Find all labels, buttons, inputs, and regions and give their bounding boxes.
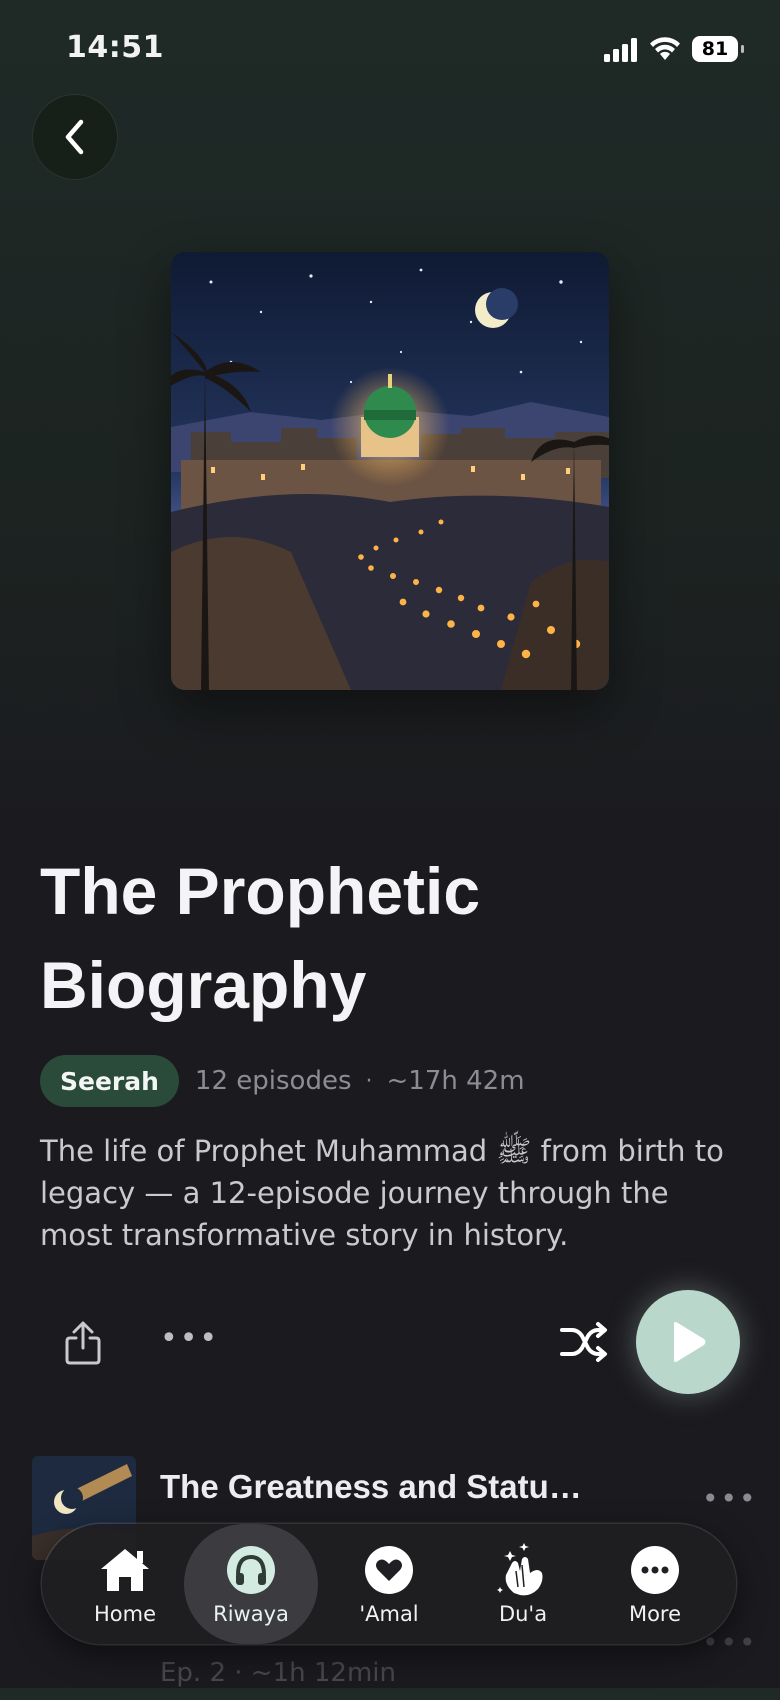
back-button[interactable]	[33, 95, 117, 179]
series-description: The life of Prophet Muhammad ﷺ from birt…	[40, 1134, 724, 1252]
headphones-icon	[226, 1544, 276, 1596]
episode-title: The Greatness and Statu…	[160, 1468, 582, 1505]
praying-hands-icon	[494, 1543, 552, 1596]
home-icon	[97, 1544, 153, 1596]
tab-label: 'Amal	[359, 1602, 419, 1626]
episode-subtitle: Ep. 2 · ~1h 12min	[160, 1658, 396, 1688]
category-tag[interactable]: Seerah	[40, 1055, 179, 1107]
tab-label: More	[628, 1602, 682, 1626]
series-title: The Prophetic Biography	[40, 854, 481, 1022]
status-bar: 14:51 81	[0, 0, 780, 100]
action-row: •••	[0, 1290, 780, 1394]
tab-amal[interactable]: 'Amal	[322, 1524, 456, 1644]
chevron-left-icon	[65, 119, 84, 155]
tab-riwaya[interactable]: Riwaya	[184, 1524, 318, 1644]
shuffle-icon[interactable]	[558, 1320, 610, 1364]
heart-icon	[364, 1544, 414, 1596]
status-time: 14:51	[66, 30, 164, 65]
series-cover-art	[171, 252, 609, 690]
tab-more[interactable]: More	[588, 1524, 722, 1644]
episode-more-button[interactable]: •••	[702, 1482, 758, 1515]
tab-bar: Home Riwaya 'Amal Du'a More	[42, 1524, 736, 1644]
tab-home[interactable]: Home	[58, 1524, 192, 1644]
play-button[interactable]	[636, 1290, 740, 1394]
battery-indicator: 81	[692, 36, 744, 62]
meta-separator: ·	[365, 1068, 373, 1094]
tab-label: Home	[93, 1602, 156, 1626]
tab-label: Riwaya	[213, 1602, 289, 1626]
more-options-button[interactable]: •••	[160, 1324, 219, 1354]
tab-label: Du'a	[498, 1602, 548, 1626]
more-icon	[630, 1544, 680, 1596]
cellular-signal-icon	[604, 38, 637, 62]
tab-dua[interactable]: Du'a	[456, 1524, 590, 1644]
series-meta: Seerah 12 episodes · ~17h 42m	[40, 1055, 525, 1107]
play-icon	[674, 1322, 706, 1362]
share-icon[interactable]	[62, 1320, 104, 1366]
total-duration: ~17h 42m	[386, 1066, 525, 1096]
wifi-icon	[650, 37, 680, 60]
episode-count: 12 episodes	[194, 1066, 352, 1096]
